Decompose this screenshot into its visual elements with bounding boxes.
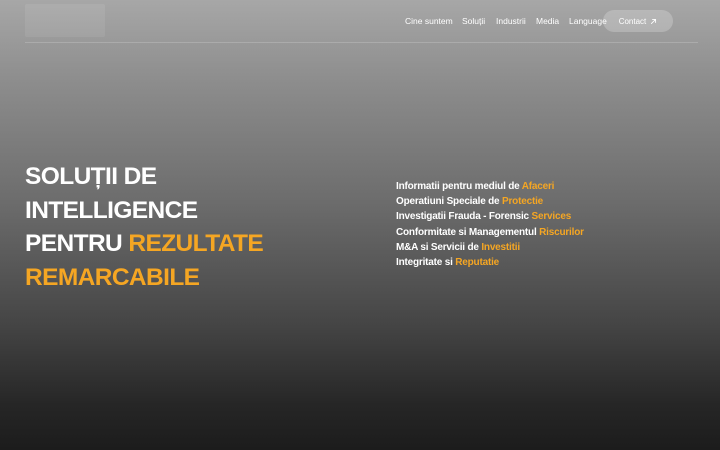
service-accent: Investitii	[481, 241, 520, 253]
service-item[interactable]: Informatii pentru mediul de Afaceri	[396, 179, 696, 194]
contact-button-label: Contact	[618, 16, 647, 26]
service-prefix: Operatiuni Speciale de	[396, 196, 500, 208]
service-accent: Riscurilor	[539, 226, 584, 238]
nav-item-solutii[interactable]: Soluții	[462, 14, 485, 28]
service-accent: Protectie	[502, 196, 544, 208]
hero-line-1: SOLUȚII DE	[25, 163, 157, 190]
service-prefix: Conformitate si Managementul	[396, 226, 537, 238]
contact-button[interactable]: Contact	[603, 10, 673, 32]
service-item[interactable]: Investigatii Frauda - Forensic Services	[396, 209, 696, 224]
service-accent: Reputatie	[455, 257, 500, 269]
service-item[interactable]: M&A si Servicii de Investitii	[396, 240, 696, 255]
logo[interactable]	[25, 4, 105, 37]
hero-title: SOLUȚII DE INTELLIGENCE PENTRU REZULTATE…	[25, 160, 325, 294]
arrow-up-right-icon	[651, 18, 657, 24]
service-accent: Afaceri	[521, 181, 555, 192]
service-prefix: Integritate si	[396, 257, 453, 269]
hero-line-4-accent: REMARCABILE	[25, 263, 200, 291]
nav-item-media[interactable]: Media	[536, 14, 559, 28]
services-list: Informatii pentru mediul de Afaceri Oper…	[396, 179, 696, 270]
nav-item-language[interactable]: Language	[569, 14, 607, 28]
hero-line-3: PENTRU REZULTATE	[25, 227, 325, 261]
service-prefix: Informatii pentru mediul de	[396, 181, 520, 192]
service-item[interactable]: Integritate si Reputatie	[396, 255, 696, 270]
service-item[interactable]: Conformitate si Managementul Riscurilor	[396, 225, 696, 240]
hero-line-2: INTELLIGENCE	[25, 196, 198, 224]
service-prefix: Investigatii Frauda - Forensic	[396, 211, 529, 223]
nav-item-cine-suntem[interactable]: Cine suntem	[405, 14, 453, 28]
hero-line-3-accent: REZULTATE	[128, 230, 264, 257]
nav-item-industrii[interactable]: Industrii	[496, 14, 526, 28]
hero-line-3-prefix: PENTRU	[25, 230, 123, 257]
service-item[interactable]: Operatiuni Speciale de Protectie	[396, 194, 696, 209]
service-accent: Services	[531, 211, 572, 223]
service-prefix: M&A si Servicii de	[396, 241, 479, 253]
